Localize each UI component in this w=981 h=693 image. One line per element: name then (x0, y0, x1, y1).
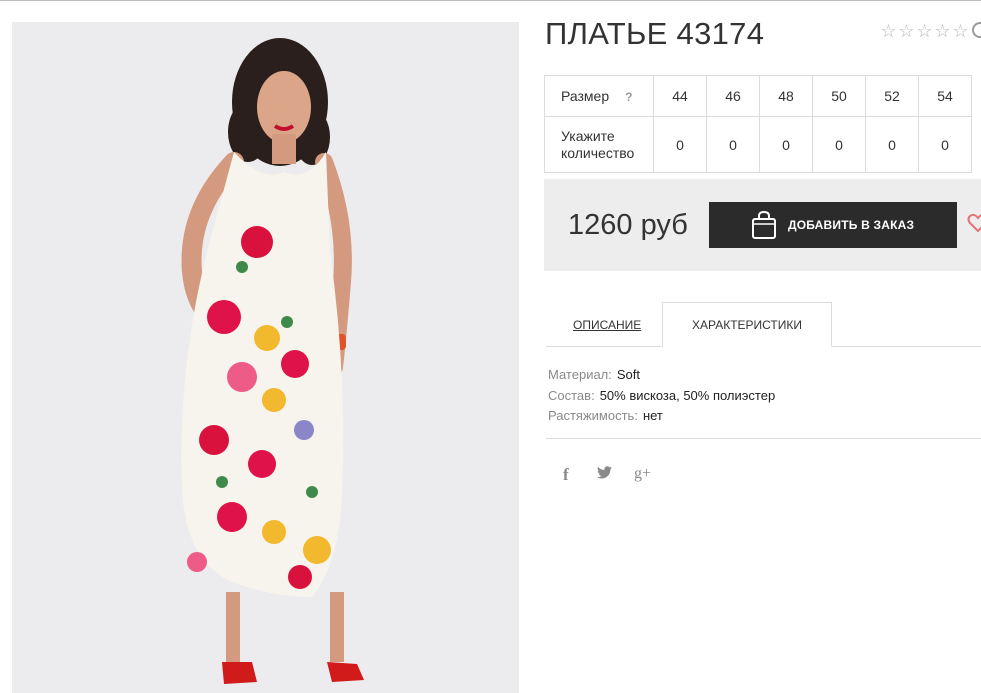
add-to-order-label: ДОБАВИТЬ В ЗАКАЗ (788, 218, 915, 232)
compare-icon[interactable] (972, 22, 981, 38)
quantity-label: Укажите количество (561, 127, 635, 161)
size-cell: 50 (812, 75, 866, 117)
product-image-illustration (12, 22, 519, 693)
quantity-input[interactable]: 0 (865, 116, 919, 173)
quantity-input[interactable]: 0 (759, 116, 813, 173)
facebook-icon[interactable]: f (563, 465, 569, 485)
quantity-input[interactable]: 0 (706, 116, 760, 173)
product-photo[interactable] (12, 22, 519, 693)
characteristic-value: Soft (616, 367, 641, 382)
size-cell: 48 (759, 75, 813, 117)
star-outline-icon[interactable]: ☆ (934, 22, 951, 40)
characteristic-row: Состав: 50% вискоза, 50% полиэстер (548, 386, 775, 407)
star-outline-icon[interactable]: ☆ (898, 22, 915, 40)
star-outline-icon[interactable]: ☆ (916, 22, 933, 40)
size-quantity-table: Размер? 44 46 48 50 52 54 Укажите количе… (544, 75, 972, 173)
star-outline-icon[interactable]: ☆ (880, 22, 897, 40)
googleplus-icon[interactable]: g+ (634, 465, 651, 483)
size-cell: 46 (706, 75, 760, 117)
size-cell: 52 (865, 75, 919, 117)
characteristic-key: Состав: (548, 387, 595, 403)
star-outline-icon[interactable]: ☆ (952, 22, 969, 40)
quantity-input[interactable]: 0 (918, 116, 972, 173)
characteristic-row: Материал: Soft (548, 365, 775, 386)
tab-characteristics[interactable]: ХАРАКТЕРИСТИКИ (662, 302, 832, 347)
section-divider (546, 438, 981, 439)
size-cell: 54 (918, 75, 972, 117)
size-label: Размер (561, 88, 610, 104)
add-to-order-button[interactable]: ДОБАВИТЬ В ЗАКАЗ (709, 202, 957, 248)
product-title: ПЛАТЬЕ 43174 (545, 16, 765, 51)
quantity-label-cell: Укажите количество (544, 116, 654, 173)
heart-icon[interactable] (967, 212, 981, 234)
quantity-input[interactable]: 0 (653, 116, 707, 173)
size-help-icon[interactable]: ? (625, 90, 632, 104)
size-row: Размер? 44 46 48 50 52 54 (544, 75, 972, 117)
characteristic-value: 50% вискоза, 50% полиэстер (599, 387, 776, 403)
quantity-row: Укажите количество 0 0 0 0 0 0 (544, 116, 972, 173)
characteristic-value: нет (642, 408, 663, 423)
shopping-bag-icon (752, 210, 776, 239)
price-panel: 1260 руб ДОБАВИТЬ В ЗАКАЗ (544, 179, 981, 271)
characteristic-key: Материал: (548, 367, 612, 382)
price: 1260 руб (568, 209, 688, 241)
top-divider (0, 0, 981, 1)
characteristic-row: Растяжимость: нет (548, 406, 775, 427)
characteristic-key: Растяжимость: (548, 408, 638, 423)
quantity-input[interactable]: 0 (812, 116, 866, 173)
size-cell: 44 (653, 75, 707, 117)
size-label-cell: Размер? (544, 75, 654, 117)
rating-stars[interactable]: ☆ ☆ ☆ ☆ ☆ (880, 22, 969, 40)
tab-description[interactable]: ОПИСАНИЕ (573, 318, 641, 332)
twitter-icon[interactable] (597, 466, 612, 479)
characteristics-list: Материал: Soft Состав: 50% вискоза, 50% по… (548, 365, 775, 427)
